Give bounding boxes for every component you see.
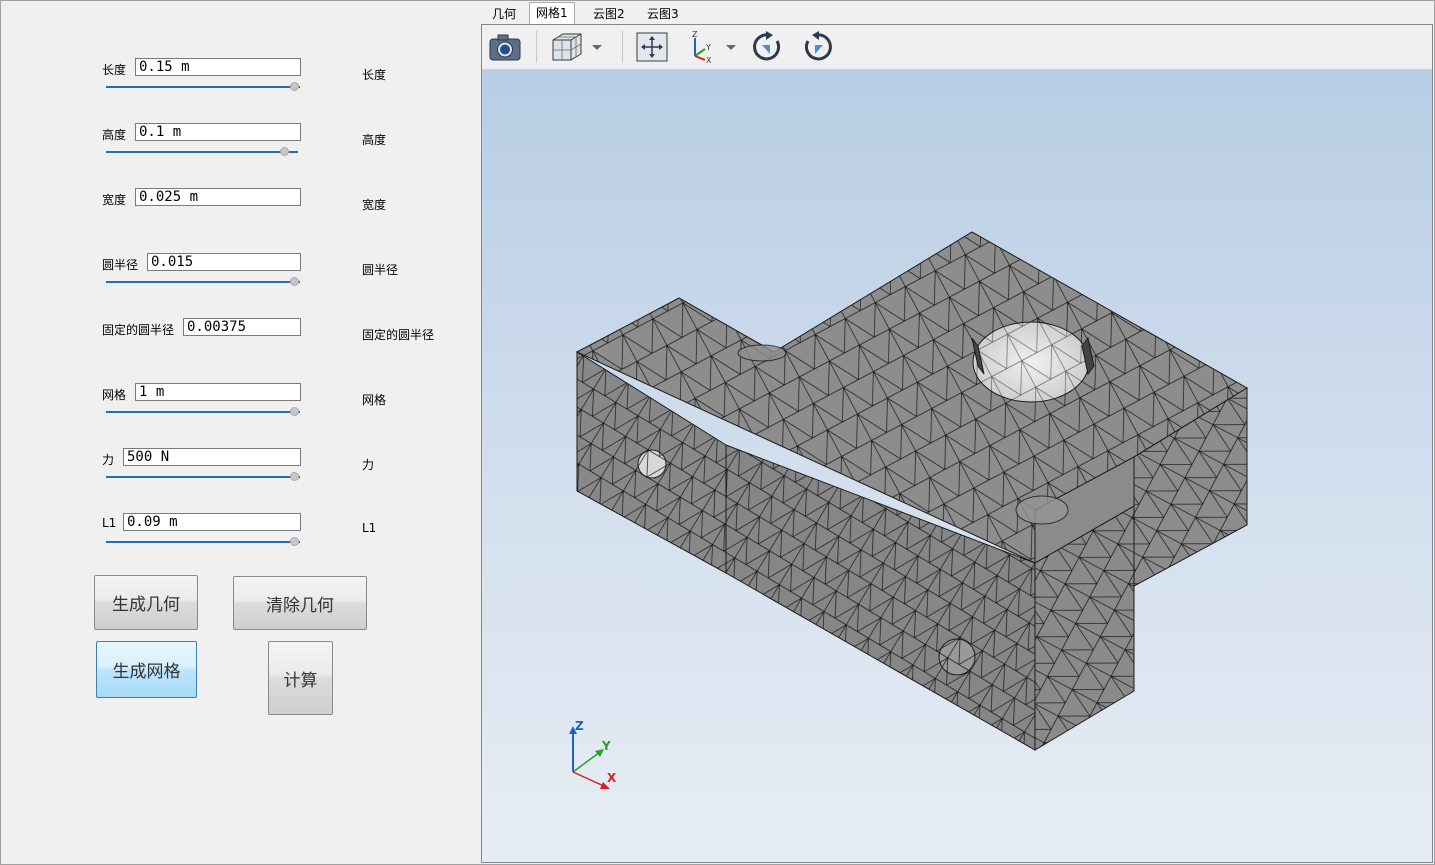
mesh-input[interactable]: 1 m bbox=[135, 383, 301, 401]
mesh-viewport[interactable]: Z Y X bbox=[482, 70, 1432, 862]
generate-geometry-button[interactable]: 生成几何 bbox=[94, 575, 198, 630]
compute-button[interactable]: 计算 bbox=[268, 641, 333, 715]
clear-geometry-button[interactable]: 清除几何 bbox=[233, 576, 367, 630]
mesh-label: 网格 bbox=[102, 388, 127, 402]
mesh-slider-handle[interactable] bbox=[290, 407, 299, 416]
radius-side-label: 圆半径 bbox=[362, 263, 399, 277]
svg-text:Y: Y bbox=[705, 43, 711, 52]
axes-orientation-icon[interactable]: Z Y X bbox=[685, 30, 721, 65]
rotate-cw-icon[interactable] bbox=[750, 30, 786, 64]
width-input[interactable]: 0.025 m bbox=[135, 188, 301, 206]
tab-contour2[interactable]: 云图2 bbox=[587, 4, 631, 24]
tab-contour3[interactable]: 云图3 bbox=[641, 4, 685, 24]
radius-input[interactable]: 0.015 bbox=[147, 253, 301, 271]
axis-triad: Z Y X bbox=[569, 719, 617, 789]
generate-mesh-button[interactable]: 生成网格 bbox=[96, 641, 197, 698]
force-slider-handle[interactable] bbox=[290, 472, 299, 481]
fixed-radius-input[interactable]: 0.00375 bbox=[183, 318, 301, 336]
mesh-model: Z Y X bbox=[569, 231, 1248, 789]
height-label: 高度 bbox=[102, 128, 127, 142]
l1-input[interactable]: 0.09 m bbox=[123, 513, 301, 531]
l1-slider-handle[interactable] bbox=[290, 537, 299, 546]
force-side-label: 力 bbox=[362, 458, 375, 472]
view-dropdown-arrow-icon[interactable] bbox=[590, 30, 604, 64]
camera-icon[interactable] bbox=[487, 30, 523, 64]
radius-slider[interactable] bbox=[106, 277, 300, 287]
force-slider[interactable] bbox=[106, 472, 300, 482]
force-label: 力 bbox=[102, 453, 115, 467]
parameter-panel: 长度 0.15 m 长度 高度 0.1 m 高度 宽度 0.025 m 宽度 圆… bbox=[0, 0, 470, 865]
length-label: 长度 bbox=[102, 63, 127, 77]
toolbar-separator bbox=[622, 31, 623, 63]
length-slider[interactable] bbox=[106, 82, 300, 92]
width-side-label: 宽度 bbox=[362, 198, 387, 212]
axis-y-label: Y bbox=[601, 739, 611, 753]
svg-text:X: X bbox=[706, 56, 712, 64]
axes-dropdown-arrow-icon[interactable] bbox=[724, 30, 738, 64]
axis-z-label: Z bbox=[575, 719, 584, 733]
l1-slider[interactable] bbox=[106, 537, 300, 547]
radius-label: 圆半径 bbox=[102, 258, 139, 272]
toolbar-separator bbox=[536, 31, 537, 63]
3d-viewer: Z Y X Z Y X bbox=[481, 24, 1433, 863]
height-input[interactable]: 0.1 m bbox=[135, 123, 301, 141]
length-slider-handle[interactable] bbox=[290, 82, 299, 91]
view-cube-icon[interactable] bbox=[549, 30, 585, 64]
width-label: 宽度 bbox=[102, 193, 127, 207]
mesh-slider[interactable] bbox=[106, 407, 300, 417]
force-input[interactable]: 500 N bbox=[123, 448, 301, 466]
tab-mesh1[interactable]: 网格1 bbox=[529, 2, 575, 25]
l1-side-label: L1 bbox=[362, 521, 377, 535]
mesh-side-label: 网格 bbox=[362, 393, 387, 407]
length-input[interactable]: 0.15 m bbox=[135, 58, 301, 76]
radius-slider-handle[interactable] bbox=[290, 277, 299, 286]
rotate-ccw-icon[interactable] bbox=[799, 30, 835, 64]
svg-text:Z: Z bbox=[692, 30, 698, 39]
length-side-label: 长度 bbox=[362, 68, 387, 82]
axis-x-label: X bbox=[607, 771, 617, 785]
zoom-extents-icon[interactable] bbox=[634, 30, 670, 64]
fixed-radius-label: 固定的圆半径 bbox=[102, 323, 175, 337]
height-slider-handle[interactable] bbox=[280, 147, 289, 156]
fixed-radius-side-label: 固定的圆半径 bbox=[362, 328, 435, 342]
l1-label: L1 bbox=[102, 516, 117, 530]
height-slider[interactable] bbox=[106, 147, 298, 157]
height-side-label: 高度 bbox=[362, 133, 387, 147]
tab-geometry[interactable]: 几何 bbox=[486, 4, 522, 24]
viewer-toolbar: Z Y X bbox=[482, 25, 1432, 70]
